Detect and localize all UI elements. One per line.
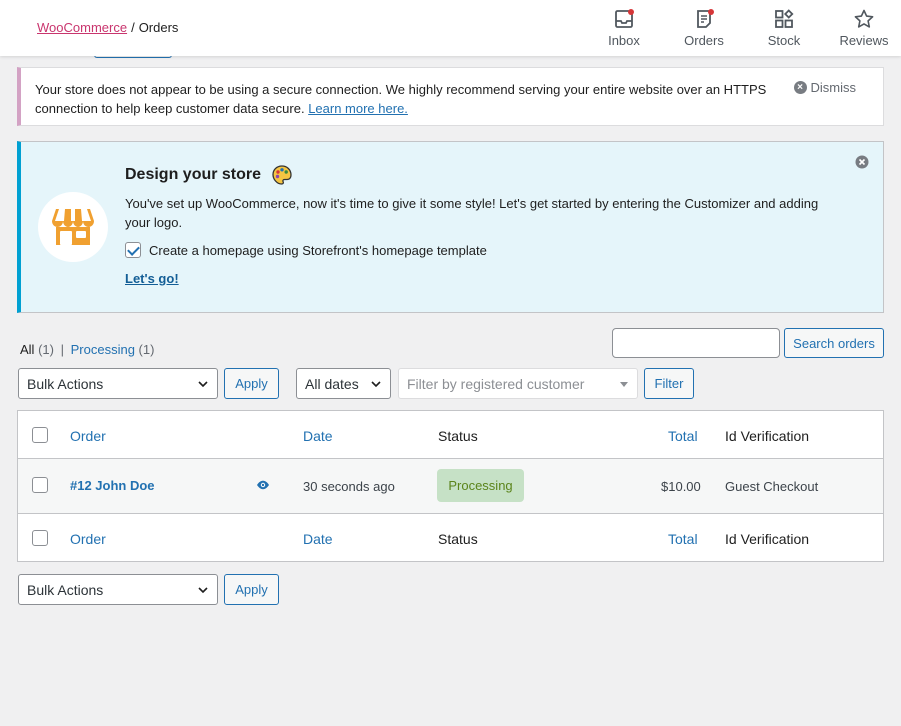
dates-value: All dates bbox=[305, 375, 359, 392]
table-row[interactable]: #12 John Doe 30 seconds ago Processing $… bbox=[18, 459, 883, 514]
header-bar: WooCommerce / Orders Inbox Orders Stock Re… bbox=[0, 0, 901, 56]
dates-select[interactable]: All dates bbox=[296, 368, 391, 399]
filter-all-count: (1) bbox=[38, 342, 54, 357]
dismiss-label: Dismiss bbox=[810, 80, 857, 95]
homepage-template-option: Create a homepage using Storefront's hom… bbox=[125, 242, 487, 258]
inbox-label: Inbox bbox=[608, 33, 640, 48]
order-date: 30 seconds ago bbox=[303, 479, 395, 494]
column-id-verification-header: Id Verification bbox=[725, 428, 810, 444]
learn-more-link[interactable]: Learn more here. bbox=[308, 101, 408, 116]
table-footer-row: Order Date Status Total Id Verification bbox=[18, 514, 883, 562]
page-title: Orders bbox=[138, 20, 179, 35]
design-store-notice: Design your store You've set up WooComme… bbox=[17, 141, 884, 313]
apply-button-top[interactable]: Apply bbox=[224, 368, 279, 399]
homepage-template-checkbox[interactable] bbox=[125, 242, 141, 258]
design-title: Design your store bbox=[125, 166, 262, 183]
column-status-header: Status bbox=[438, 428, 478, 444]
filter-separator: | bbox=[60, 342, 64, 357]
customer-filter-select[interactable]: Filter by registered customer bbox=[398, 368, 638, 399]
close-icon[interactable] bbox=[855, 155, 869, 172]
table-header-row: Order Date Status Total Id Verification bbox=[18, 411, 883, 459]
caret-down-icon bbox=[620, 382, 628, 387]
column-date-footer[interactable]: Date bbox=[303, 531, 333, 547]
breadcrumb: WooCommerce / Orders bbox=[37, 20, 178, 35]
search-orders-button[interactable]: Search orders bbox=[784, 328, 884, 358]
orders-button[interactable]: Orders bbox=[674, 8, 734, 52]
bulk-actions-value: Bulk Actions bbox=[27, 375, 104, 392]
inbox-icon bbox=[594, 8, 654, 30]
bulk-actions-select[interactable]: Bulk Actions bbox=[18, 368, 218, 399]
customer-filter-placeholder: Filter by registered customer bbox=[407, 375, 585, 392]
column-total-header[interactable]: Total bbox=[668, 428, 698, 444]
inbox-button[interactable]: Inbox bbox=[594, 8, 654, 52]
status-filter-links: All (1) | Processing (1) bbox=[20, 342, 154, 357]
bulk-actions-value-bottom: Bulk Actions bbox=[27, 581, 104, 598]
preview-eye-icon[interactable] bbox=[256, 478, 270, 494]
palette-icon bbox=[271, 164, 293, 189]
reviews-button[interactable]: Reviews bbox=[834, 8, 894, 52]
status-badge: Processing bbox=[437, 469, 524, 502]
bulk-actions-select-bottom[interactable]: Bulk Actions bbox=[18, 574, 218, 605]
chevron-down-icon bbox=[370, 377, 382, 393]
select-all-checkbox[interactable] bbox=[32, 427, 48, 443]
filter-all-link[interactable]: All bbox=[20, 342, 34, 357]
orders-notification-dot bbox=[708, 9, 714, 15]
homepage-template-label: Create a homepage using Storefront's hom… bbox=[149, 242, 487, 258]
chevron-down-icon bbox=[197, 583, 209, 599]
apply-button-bottom[interactable]: Apply bbox=[224, 574, 279, 605]
stock-label: Stock bbox=[767, 33, 801, 48]
design-description: You've set up WooCommerce, now it's time… bbox=[125, 196, 819, 230]
https-notice: Your store does not appear to be using a… bbox=[17, 67, 884, 126]
star-icon bbox=[834, 8, 894, 30]
column-order-header[interactable]: Order bbox=[70, 428, 106, 444]
lets-go-link[interactable]: Let's go! bbox=[125, 271, 179, 286]
dismiss-button[interactable]: × Dismiss bbox=[793, 80, 857, 95]
order-total: $10.00 bbox=[661, 479, 701, 494]
stock-icon bbox=[754, 8, 814, 30]
search-orders-input[interactable] bbox=[612, 328, 780, 358]
row-checkbox[interactable] bbox=[32, 477, 48, 493]
storefront-icon bbox=[38, 192, 108, 262]
orders-label: Orders bbox=[684, 33, 724, 48]
column-status-footer: Status bbox=[438, 531, 478, 547]
dismiss-icon: × bbox=[793, 81, 807, 94]
filter-button[interactable]: Filter bbox=[644, 368, 694, 399]
filter-processing-count: (1) bbox=[138, 342, 155, 357]
breadcrumb-separator: / bbox=[131, 20, 135, 35]
reviews-label: Reviews bbox=[839, 33, 889, 48]
column-id-verification-footer: Id Verification bbox=[725, 531, 810, 547]
chevron-down-icon bbox=[197, 377, 209, 393]
filter-processing-link[interactable]: Processing bbox=[71, 342, 135, 357]
notice-text-wrap: Your store does not appear to be using a… bbox=[35, 80, 795, 118]
column-date-header[interactable]: Date bbox=[303, 428, 333, 444]
column-order-footer[interactable]: Order bbox=[70, 531, 106, 547]
order-id-verification: Guest Checkout bbox=[725, 479, 819, 494]
select-all-checkbox-footer[interactable] bbox=[32, 530, 48, 546]
stock-button[interactable]: Stock bbox=[754, 8, 814, 52]
orders-table: Order Date Status Total Id Verification … bbox=[17, 410, 884, 562]
inbox-notification-dot bbox=[628, 9, 634, 15]
orders-icon bbox=[674, 8, 734, 30]
column-total-footer[interactable]: Total bbox=[668, 531, 698, 547]
breadcrumb-woocommerce-link[interactable]: WooCommerce bbox=[37, 20, 127, 35]
order-link[interactable]: #12 John Doe bbox=[70, 478, 155, 493]
